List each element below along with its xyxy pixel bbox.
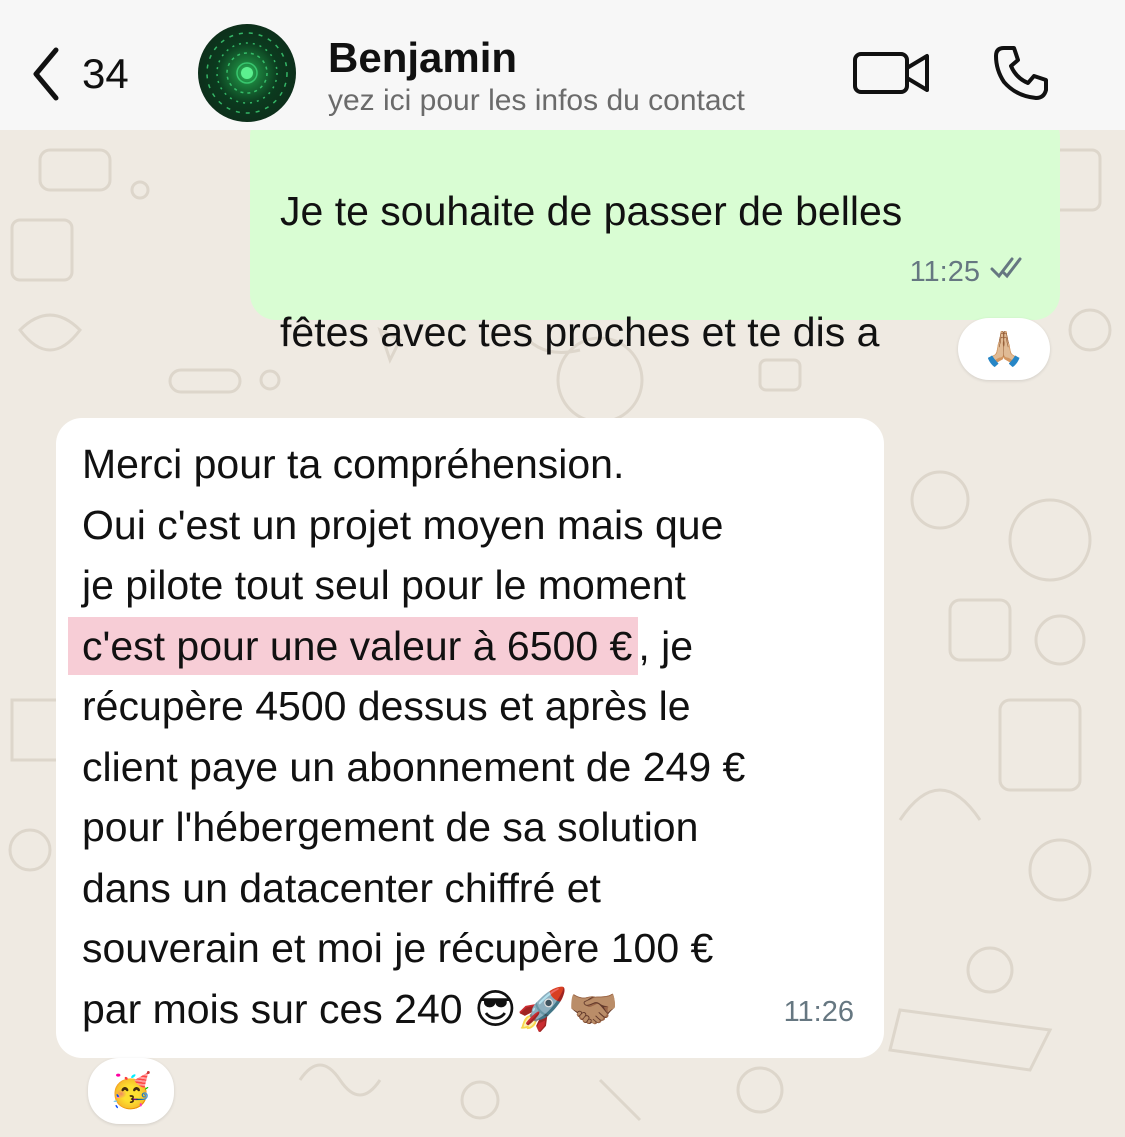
message-line: par mois sur ces 240 😎🚀🤝🏽: [82, 985, 619, 1032]
message-time: 11:25: [909, 255, 980, 288]
message-meta: 11:25: [910, 242, 1030, 303]
message-line: récupère 4500 dessus et après le: [82, 683, 691, 729]
message-line: Oui c'est un projet moyen mais que: [82, 501, 724, 548]
message-line: je pilote tout seul pour le moment: [82, 562, 686, 608]
video-call-button[interactable]: [852, 48, 932, 98]
chat-header: 34 Benjamin yez ici pour les infos du co…: [0, 0, 1125, 130]
message-line: client paye un abonnement de 249 €: [82, 743, 746, 790]
message-reaction[interactable]: 🙏🏼: [958, 318, 1050, 380]
highlighted-text: c'est pour une valeur à 6500 €: [68, 616, 639, 675]
message-line: c'est pour une valeur à 6500 €, je: [68, 616, 872, 677]
outgoing-message[interactable]: Je te souhaite de passer de belles fêtes…: [250, 110, 1060, 476]
message-line: dans un datacenter chiffré et: [82, 864, 601, 911]
message-reaction[interactable]: 🥳: [88, 1058, 174, 1124]
contact-info-hint[interactable]: yez ici pour les infos du contact: [328, 84, 745, 118]
contact-name[interactable]: Benjamin: [328, 34, 517, 82]
message-line: souverain et moi je récupère 100 €: [82, 925, 714, 971]
back-chevron-icon: [33, 47, 59, 101]
read-ticks-icon: [990, 242, 1030, 303]
avatar[interactable]: [198, 24, 296, 122]
video-call-icon: [853, 52, 929, 94]
phone-call-icon: [994, 46, 1048, 100]
message-line: Merci pour ta compréhension.: [82, 441, 625, 487]
message-line: fêtes avec tes proches et te dis a: [280, 308, 880, 355]
message-time: 11:26: [783, 995, 854, 1028]
unread-count: 34: [82, 50, 129, 97]
message-text: Merci pour ta compréhension. Oui c'est u…: [68, 434, 872, 1039]
message-line: pour l'hébergement de sa solution: [82, 804, 699, 850]
incoming-message[interactable]: Merci pour ta compréhension. Oui c'est u…: [56, 418, 884, 1058]
back-button[interactable]: 34: [28, 44, 129, 104]
phone-call-button[interactable]: [990, 42, 1052, 104]
message-line-tail: , je: [638, 622, 694, 669]
message-line: Je te souhaite de passer de belles: [280, 187, 903, 234]
